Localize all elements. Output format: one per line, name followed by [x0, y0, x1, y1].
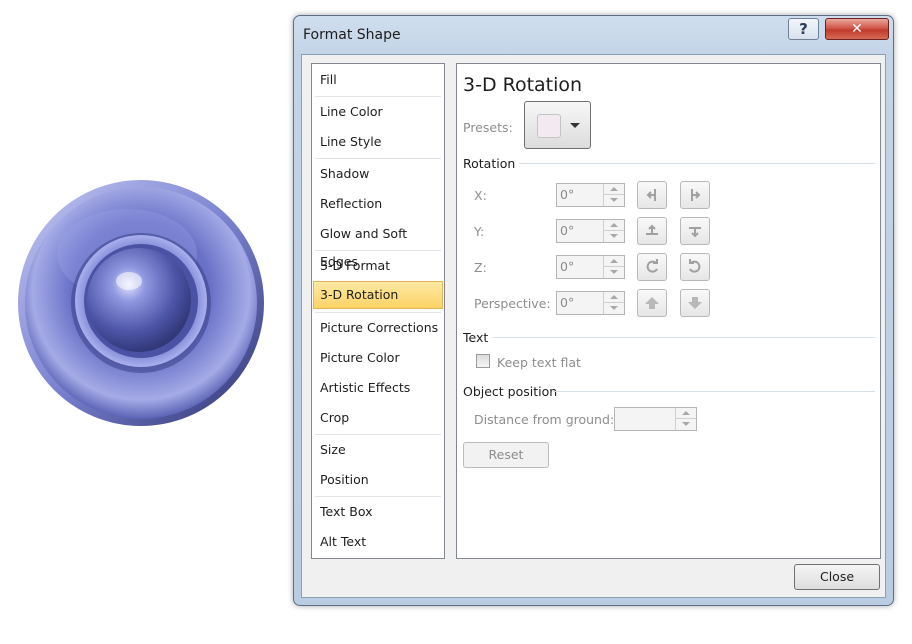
- z-rotation-spinner[interactable]: 0°: [556, 255, 625, 279]
- nav-item-position[interactable]: Position: [313, 466, 443, 494]
- keep-text-flat-label: Keep text flat: [497, 355, 581, 370]
- nav-item-alt-text[interactable]: Alt Text: [313, 528, 443, 556]
- nav-item-glow-soft-edges[interactable]: Glow and Soft Edges: [313, 220, 443, 269]
- rotate-left-icon: [646, 189, 656, 201]
- rotate-down-button[interactable]: [680, 217, 710, 245]
- perspective-decrease-button[interactable]: [680, 289, 710, 317]
- perspective-increase-button[interactable]: [637, 289, 667, 317]
- nav-item-3d-rotation[interactable]: 3-D Rotation: [313, 281, 443, 309]
- nav-separator: [315, 250, 441, 251]
- nav-item-3d-format[interactable]: 3-D Format: [313, 252, 443, 280]
- presets-label: Presets:: [463, 120, 513, 135]
- nav-item-shadow[interactable]: Shadow: [313, 160, 443, 188]
- question-mark-icon: ?: [799, 20, 808, 38]
- rotate-right-icon: [691, 189, 701, 201]
- distance-from-ground-spinner[interactable]: [614, 407, 697, 431]
- nav-item-text-box[interactable]: Text Box: [313, 498, 443, 526]
- distance-from-ground-label: Distance from ground:: [474, 412, 615, 427]
- nav-item-fill[interactable]: Fill: [313, 66, 443, 94]
- presets-dropdown[interactable]: [524, 101, 591, 149]
- nav-item-reflection[interactable]: Reflection: [313, 190, 443, 218]
- text-section-heading: Text: [463, 330, 489, 345]
- object-position-section-heading: Object position: [463, 384, 558, 399]
- nav-item-picture-corrections[interactable]: Picture Corrections: [313, 314, 443, 342]
- spin-up-button[interactable]: [604, 292, 624, 303]
- format-shape-dialog: Format Shape ? ✕ Fill Line Color Line St…: [293, 15, 894, 606]
- rotate-right-button[interactable]: [680, 181, 710, 209]
- rotate-left-button[interactable]: [637, 181, 667, 209]
- spin-up-button[interactable]: [604, 220, 624, 231]
- window-close-button[interactable]: ✕: [825, 18, 889, 40]
- z-label: Z:: [474, 260, 487, 275]
- perspective-spinner[interactable]: 0°: [556, 291, 625, 315]
- rotation-section-heading: Rotation: [463, 156, 516, 171]
- rotate-counterclockwise-button[interactable]: [637, 253, 667, 281]
- rotate-down-icon: [689, 227, 701, 238]
- x-label: X:: [474, 188, 487, 203]
- close-x-icon: ✕: [851, 21, 863, 37]
- nav-item-crop[interactable]: Crop: [313, 404, 443, 432]
- 3d-rotation-pane: 3-D Rotation Presets: Rotation X: 0° Y:: [456, 63, 881, 559]
- section-divider: [493, 337, 875, 338]
- perspective-value: 0°: [560, 295, 575, 310]
- category-list: Fill Line Color Line Style Shadow Reflec…: [311, 63, 445, 559]
- y-rotation-spinner[interactable]: 0°: [556, 219, 625, 243]
- keep-text-flat-checkbox[interactable]: [476, 354, 490, 368]
- spin-down-button[interactable]: [604, 231, 624, 242]
- section-divider: [519, 163, 875, 164]
- close-button[interactable]: Close: [794, 564, 880, 590]
- nav-item-size[interactable]: Size: [313, 436, 443, 464]
- z-rotation-value: 0°: [560, 259, 575, 274]
- nav-item-line-color[interactable]: Line Color: [313, 98, 443, 126]
- spin-down-button[interactable]: [604, 195, 624, 206]
- nav-item-picture-color[interactable]: Picture Color: [313, 344, 443, 372]
- rotate-clockwise-icon: [689, 259, 701, 273]
- dialog-title: Format Shape: [303, 27, 401, 43]
- spin-up-button[interactable]: [604, 256, 624, 267]
- spin-up-button[interactable]: [604, 184, 624, 195]
- dialog-client-area: Fill Line Color Line Style Shadow Reflec…: [301, 54, 886, 598]
- preset-swatch-icon: [537, 114, 561, 138]
- nav-separator: [315, 158, 441, 159]
- nav-separator: [315, 312, 441, 313]
- spin-down-button[interactable]: [676, 419, 696, 430]
- perspective-label: Perspective:: [474, 296, 551, 311]
- pane-title: 3-D Rotation: [463, 74, 583, 96]
- perspective-increase-icon: [645, 297, 659, 309]
- reset-button[interactable]: Reset: [463, 442, 549, 468]
- spin-down-button[interactable]: [604, 267, 624, 278]
- rotate-up-icon: [646, 224, 658, 235]
- x-rotation-spinner[interactable]: 0°: [556, 183, 625, 207]
- x-rotation-value: 0°: [560, 187, 575, 202]
- rotate-up-button[interactable]: [637, 217, 667, 245]
- section-divider: [553, 391, 875, 392]
- nav-separator: [315, 96, 441, 97]
- y-rotation-value: 0°: [560, 223, 575, 238]
- nav-separator: [315, 496, 441, 497]
- nav-item-line-style[interactable]: Line Style: [313, 128, 443, 156]
- perspective-decrease-icon: [688, 297, 702, 309]
- y-label: Y:: [474, 224, 485, 239]
- blue-3d-button-shape[interactable]: [17, 179, 265, 427]
- help-button[interactable]: ?: [788, 18, 819, 40]
- nav-separator: [315, 434, 441, 435]
- rotate-counterclockwise-icon: [646, 259, 658, 273]
- spin-up-button[interactable]: [676, 408, 696, 419]
- rotate-clockwise-button[interactable]: [680, 253, 710, 281]
- nav-item-artistic-effects[interactable]: Artistic Effects: [313, 374, 443, 402]
- spin-down-button[interactable]: [604, 303, 624, 314]
- chevron-down-icon: [570, 123, 580, 128]
